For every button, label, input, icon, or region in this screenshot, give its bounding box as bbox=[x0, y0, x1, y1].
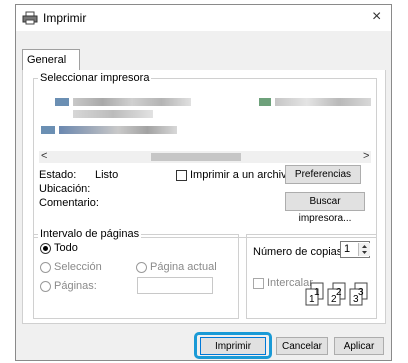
print-to-file-label[interactable]: Imprimir a un archivo bbox=[190, 169, 293, 181]
printer-item-2-label bbox=[275, 98, 371, 106]
printer-item-3-label bbox=[59, 126, 177, 134]
preferences-button[interactable]: Preferencias bbox=[285, 165, 361, 184]
tab-general-label: General bbox=[27, 54, 67, 66]
collate-pages-icon: 11 22 33 bbox=[305, 281, 373, 313]
title-bar: Imprimir × bbox=[16, 5, 391, 31]
select-printer-legend: Seleccionar impresora bbox=[38, 72, 152, 84]
copies-value: 1 bbox=[344, 243, 351, 255]
radio-dot-icon bbox=[43, 246, 48, 251]
printer-list-scrollbar[interactable]: < > bbox=[39, 150, 371, 163]
tab-general[interactable]: General bbox=[22, 49, 80, 71]
range-pages-label[interactable]: Páginas: bbox=[54, 280, 97, 292]
scroll-left-icon[interactable]: < bbox=[41, 150, 47, 162]
printer-item-1[interactable] bbox=[55, 98, 69, 106]
range-pages-radio[interactable] bbox=[40, 281, 51, 292]
printer-item-1-label bbox=[73, 98, 191, 106]
printer-item-2[interactable] bbox=[259, 98, 271, 106]
comment-label: Comentario: bbox=[39, 197, 99, 209]
range-current-page-label[interactable]: Página actual bbox=[150, 261, 217, 273]
copies-stepper[interactable]: 1 bbox=[340, 241, 370, 258]
pages-input[interactable] bbox=[137, 277, 213, 294]
dialog-title: Imprimir bbox=[43, 11, 87, 25]
printer-item-3[interactable] bbox=[41, 126, 55, 134]
printer-icon bbox=[22, 11, 38, 25]
svg-text:3: 3 bbox=[358, 287, 364, 298]
range-selection-radio[interactable] bbox=[40, 262, 51, 273]
print-dialog: Imprimir × General Seleccionar impresora… bbox=[15, 4, 392, 361]
status-value: Listo bbox=[95, 169, 119, 181]
range-current-page-radio[interactable] bbox=[136, 262, 147, 273]
status-label: Estado: bbox=[39, 169, 77, 181]
cancel-button[interactable]: Cancelar bbox=[276, 337, 328, 355]
apply-button[interactable]: Aplicar bbox=[334, 337, 384, 355]
printer-item-1b-label bbox=[73, 110, 153, 118]
range-all-radio[interactable] bbox=[40, 243, 51, 254]
find-printer-button[interactable]: Buscar impresora... bbox=[285, 192, 365, 224]
print-button[interactable]: Imprimir bbox=[200, 337, 266, 355]
range-all-label[interactable]: Todo bbox=[54, 242, 78, 254]
close-icon[interactable]: × bbox=[372, 8, 381, 26]
svg-text:2: 2 bbox=[336, 287, 342, 298]
range-selection-label[interactable]: Selección bbox=[54, 261, 102, 273]
print-to-file-checkbox[interactable] bbox=[176, 170, 187, 181]
scrollbar-thumb[interactable] bbox=[151, 153, 241, 161]
page-range-legend: Intervalo de páginas bbox=[38, 228, 142, 240]
scroll-right-icon[interactable]: > bbox=[363, 150, 369, 162]
collate-checkbox[interactable] bbox=[253, 278, 264, 289]
svg-text:1: 1 bbox=[314, 287, 320, 298]
copies-label: Número de copias: bbox=[253, 246, 346, 258]
location-label: Ubicación: bbox=[39, 183, 91, 195]
spinner-icon[interactable] bbox=[358, 243, 370, 256]
printer-list[interactable] bbox=[39, 90, 371, 150]
general-panel: Seleccionar impresora < > Estado: Listo … bbox=[22, 70, 386, 324]
